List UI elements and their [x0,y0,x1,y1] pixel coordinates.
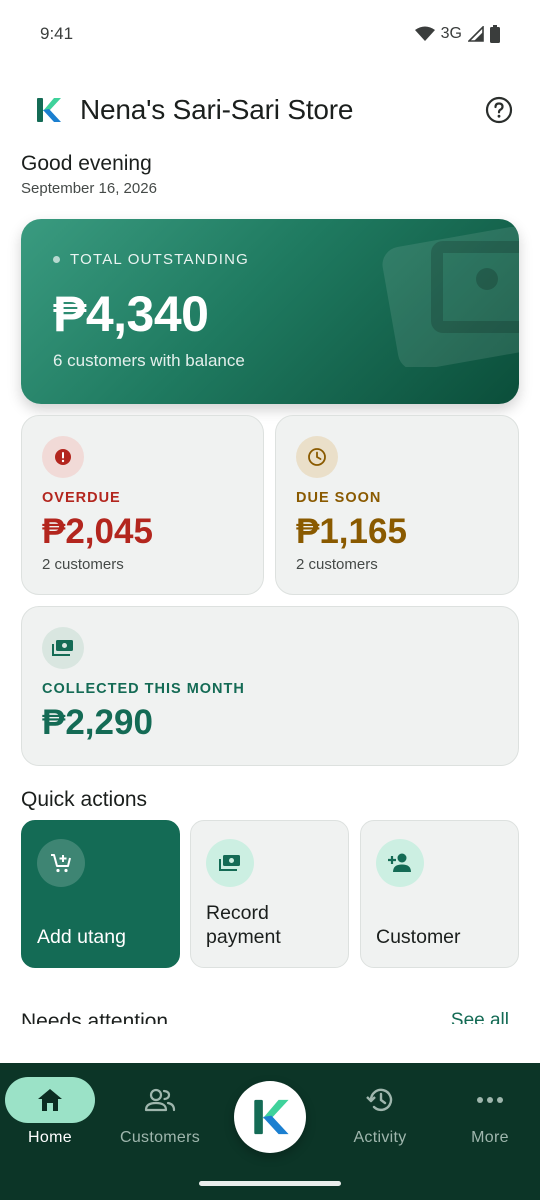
total-amount: ₱4,340 [53,286,209,342]
overdue-amount: ₱2,045 [42,512,153,551]
greeting-date: September 16, 2026 [21,180,157,197]
nav-activity[interactable]: Activity [325,1077,435,1167]
add-customer-button[interactable]: Customer [360,820,519,968]
app-header: Nena's Sari-Sari Store [0,86,540,134]
alert-icon [55,449,71,465]
nav-customers[interactable]: Customers [105,1077,215,1167]
due-soon-label: DUE SOON [296,490,382,506]
nav-home[interactable]: Home [0,1077,105,1167]
nav-more-label: More [471,1129,509,1146]
due-soon-amount: ₱1,165 [296,512,407,551]
add-customer-icon-badge [376,839,424,887]
record-payment-button[interactable]: Record payment [190,820,349,968]
indicator-dot [53,256,60,263]
record-payment-label: Record payment [206,902,281,948]
overdue-subtitle: 2 customers [42,556,124,573]
collected-label: COLLECTED THIS MONTH [42,681,245,697]
due-soon-icon-badge [296,436,338,478]
bottom-nav: Home Customers Activity More [0,1063,540,1200]
add-utang-button[interactable]: Add utang [21,820,180,968]
help-circle-icon [485,96,513,124]
history-icon [366,1088,393,1112]
due-soon-subtitle: 2 customers [296,556,378,573]
clock-icon [308,448,326,466]
payment-icon [219,855,240,871]
overdue-card[interactable]: OVERDUE ₱2,045 2 customers [21,415,264,595]
total-subtitle: 6 customers with balance [53,351,245,370]
overdue-label: OVERDUE [42,490,121,506]
home-icon [38,1089,62,1111]
total-label: TOTAL OUTSTANDING [70,251,250,268]
network-label: 3G [440,25,462,42]
status-time: 9:41 [40,24,74,43]
add-utang-icon-badge [37,839,85,887]
page-title: Nena's Sari-Sari Store [80,94,354,125]
quick-actions-title: Quick actions [21,788,148,811]
k-logo-icon [37,98,61,122]
nav-activity-label: Activity [353,1129,407,1146]
status-bar: 9:41 3G [0,0,540,68]
cart-add-icon [51,854,71,873]
help-button[interactable] [482,93,516,127]
wallet-icon [382,227,519,367]
home-indicator[interactable] [199,1181,341,1186]
collected-icon-badge [42,627,84,669]
total-outstanding-card[interactable]: TOTAL OUTSTANDING ₱4,340 6 customers wit… [21,219,519,404]
add-utang-label: Add utang [37,926,126,948]
add-customer-label: Customer [376,926,461,948]
person-add-icon [388,853,411,872]
due-soon-card[interactable]: DUE SOON ₱1,165 2 customers [275,415,519,595]
collected-amount: ₱2,290 [42,703,153,742]
cash-icon [52,640,73,656]
record-payment-icon-badge [206,839,254,887]
wifi-icon [414,26,435,41]
k-logo-icon [254,1099,289,1135]
people-icon [144,1088,176,1112]
see-all-link[interactable]: See all [451,1010,509,1024]
collected-card[interactable]: COLLECTED THIS MONTH ₱2,290 [21,606,519,766]
greeting: Good evening [21,152,152,175]
battery-icon [490,25,500,43]
nav-more[interactable]: More [435,1077,540,1167]
signal-icon [468,26,484,42]
needs-attention-title: Needs attention [21,1010,169,1024]
more-horizontal-icon [477,1097,503,1103]
needs-attention-header: Needs attention See all [21,1010,519,1024]
center-logo-button[interactable] [234,1081,306,1153]
nav-home-label: Home [28,1129,72,1146]
status-icons: 3G [414,25,500,43]
nav-customers-label: Customers [119,1129,201,1146]
overdue-icon-badge [42,436,84,478]
